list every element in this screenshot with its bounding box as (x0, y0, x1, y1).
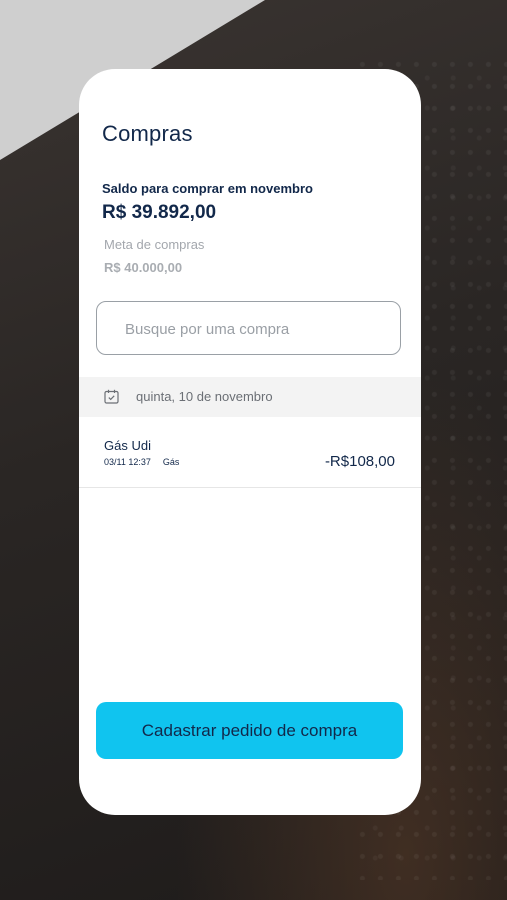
transaction-amount: -R$108,00 (324, 453, 395, 470)
calendar-check-icon (104, 389, 119, 404)
transaction-meta: 03/11 12:37 Gás (104, 457, 179, 467)
transaction-category: Gás (162, 457, 180, 467)
page-title: Compras (102, 121, 193, 146)
date-group-label: quinta, 10 de novembro (136, 389, 273, 404)
balance-label: Saldo para comprar em novembro (102, 181, 313, 196)
balance-value: R$ 39.892,00 (102, 202, 217, 223)
transaction-datetime: 03/11 12:37 (104, 457, 151, 467)
goal-label: Meta de compras (104, 237, 205, 252)
transaction-name: Gás Udi (104, 438, 151, 453)
register-purchase-button[interactable]: Cadastrar pedido de compra (96, 702, 403, 759)
goal-value: R$ 40.000,00 (104, 260, 183, 275)
date-group-header: quinta, 10 de novembro (79, 377, 421, 417)
search-box[interactable] (96, 301, 401, 355)
transaction-row[interactable]: Gás Udi 03/11 12:37 Gás -R$108,00 (79, 424, 421, 488)
search-input[interactable] (123, 316, 387, 342)
purchases-card: Compras Saldo para comprar em novembro R… (79, 69, 421, 815)
